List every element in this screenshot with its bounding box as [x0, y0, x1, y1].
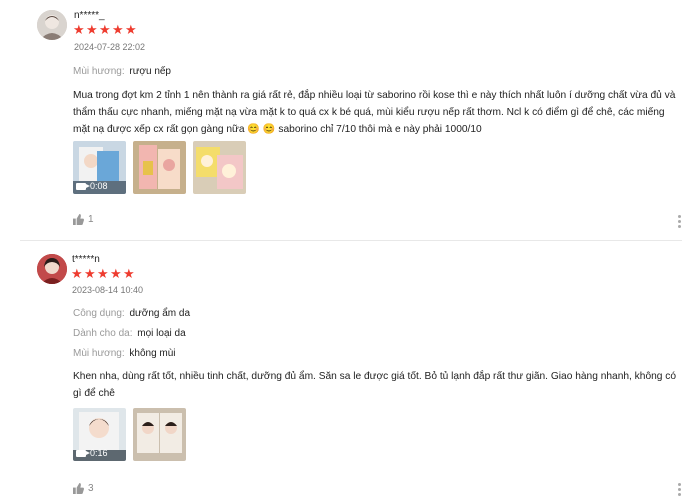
rating-stars: ★ ★ ★ ★ ★ [71, 266, 135, 281]
thumbs-up-icon [73, 214, 84, 225]
star-icon: ★ [84, 266, 96, 281]
review-item: t*****n ★ ★ ★ ★ ★ 2023-08-14 10:40 Công … [0, 243, 700, 500]
more-options-icon[interactable] [678, 215, 681, 230]
attribute-value: không mùi [129, 348, 176, 359]
star-icon: ★ [123, 266, 135, 281]
rating-stars: ★ ★ ★ ★ ★ [73, 22, 137, 37]
video-camera-icon [76, 449, 90, 457]
image-thumbnail[interactable] [133, 141, 186, 194]
video-duration: 0:16 [76, 448, 108, 458]
star-icon: ★ [125, 22, 137, 37]
star-icon: ★ [86, 22, 98, 37]
attribute-label: Dành cho da: [73, 328, 133, 339]
attribute-value: rượu nếp [129, 66, 171, 77]
star-icon: ★ [73, 22, 85, 37]
video-thumbnail[interactable]: 0:16 [73, 408, 126, 461]
attribute-usage: Công dụng: dưỡng ẩm da [73, 308, 190, 319]
attribute-scent: Mùi hương: rượu nếp [73, 66, 171, 77]
review-date: 2023-08-14 10:40 [72, 285, 144, 295]
video-thumbnail[interactable]: 0:08 [73, 141, 126, 194]
attribute-label: Công dụng: [73, 308, 125, 319]
attribute-label: Mùi hương: [73, 348, 125, 359]
video-camera-icon [76, 182, 90, 190]
more-options-icon[interactable] [678, 483, 681, 498]
media-gallery: 0:16 [73, 408, 186, 461]
video-duration: 0:08 [76, 181, 108, 191]
review-text: Mua trong đợt km 2 tỉnh 1 nên thành ra g… [73, 90, 676, 135]
star-icon: ★ [71, 266, 83, 281]
username: n*****_ [74, 10, 105, 21]
review-item: n*****_ ★ ★ ★ ★ ★ 2024-07-28 22:02 Mùi h… [0, 0, 700, 241]
review-text: Khen nha, dùng rất tốt, nhiều tinh chất,… [73, 371, 677, 399]
attribute-skin-type: Dành cho da: mọi loại da [73, 328, 186, 339]
image-thumbnail[interactable] [193, 141, 246, 194]
avatar[interactable] [37, 10, 67, 40]
attribute-value: dưỡng ẩm da [129, 308, 191, 319]
star-icon: ★ [97, 266, 109, 281]
attribute-label: Mùi hương: [73, 66, 125, 77]
like-button[interactable]: 1 [73, 214, 94, 225]
attribute-value: mọi loại da [137, 328, 186, 339]
attribute-scent: Mùi hương: không mùi [73, 348, 176, 359]
review-date: 2024-07-28 22:02 [74, 42, 146, 52]
like-count: 3 [88, 483, 94, 494]
star-icon: ★ [99, 22, 111, 37]
username: t*****n [72, 254, 100, 265]
like-count: 1 [88, 214, 94, 225]
star-icon: ★ [110, 266, 122, 281]
avatar[interactable] [37, 254, 67, 284]
image-thumbnail[interactable] [133, 408, 186, 461]
thumbs-up-icon [73, 483, 84, 494]
divider [20, 240, 682, 241]
like-button[interactable]: 3 [73, 483, 94, 494]
star-icon: ★ [112, 22, 124, 37]
media-gallery: 0:08 [73, 141, 246, 194]
